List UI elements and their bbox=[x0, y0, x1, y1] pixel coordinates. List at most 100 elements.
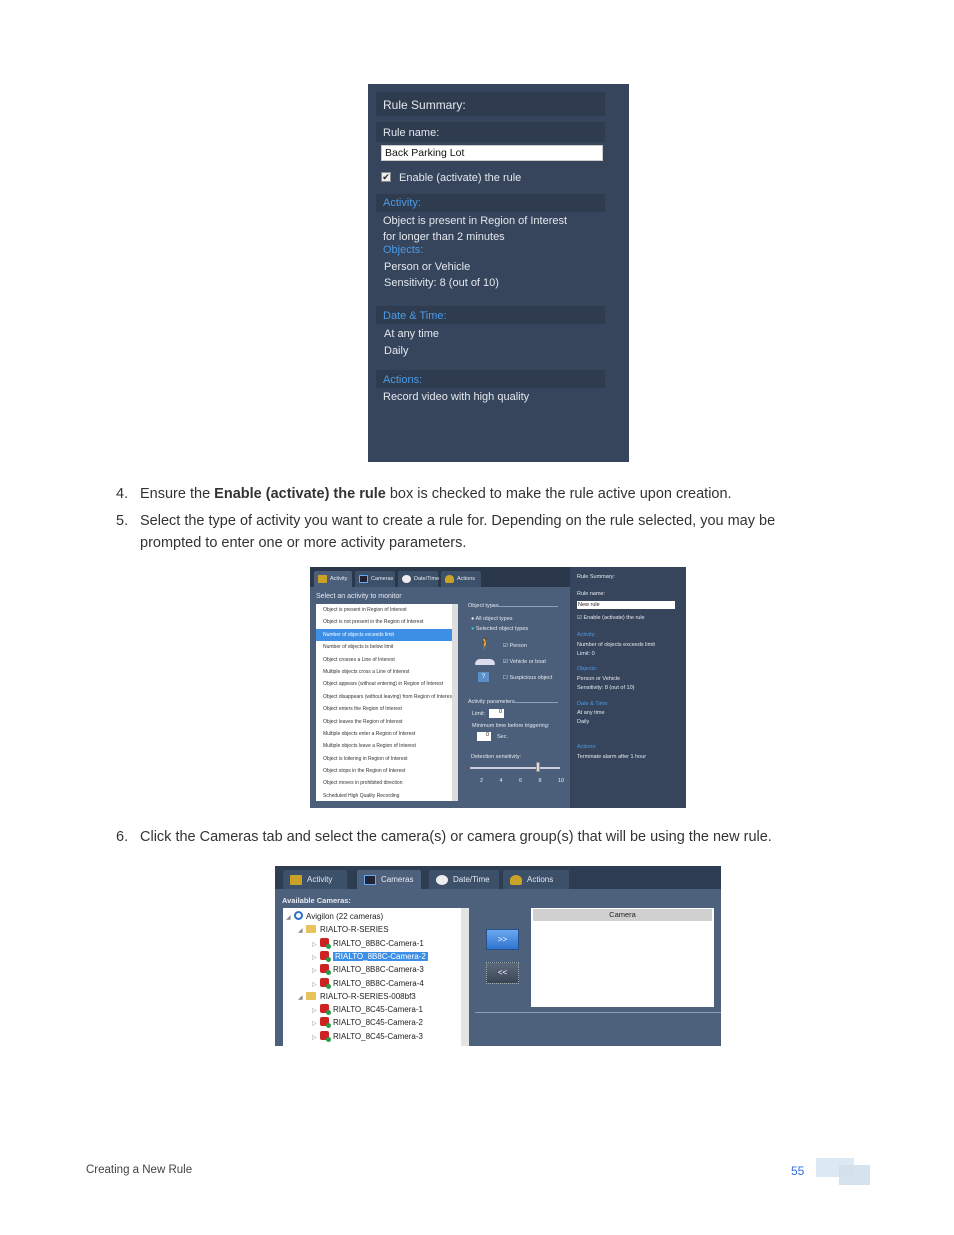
sensitivity-tick-label: 4 bbox=[499, 778, 503, 784]
tab-actions[interactable]: Actions bbox=[503, 870, 569, 889]
tree-camera[interactable]: ▷ RIALTO_8B8C-Camera-4 bbox=[312, 977, 424, 990]
remove-camera-button[interactable]: << bbox=[486, 962, 519, 984]
camera-icon bbox=[320, 1017, 331, 1029]
clock-icon bbox=[436, 875, 448, 885]
tab-activity[interactable]: Activity bbox=[283, 870, 347, 889]
activity-params-label: Activity parameters bbox=[468, 699, 515, 705]
activity-list-item[interactable]: Object crosses a Line of Interest bbox=[316, 654, 452, 666]
sensitivity-tick-label: 10 bbox=[558, 778, 565, 784]
vehicle-checkbox[interactable]: ☑ Vehicle or boat bbox=[503, 659, 546, 665]
tree-camera[interactable]: ▷ RIALTO_8B8C-Camera-1 bbox=[312, 937, 424, 950]
camera-icon bbox=[320, 937, 331, 949]
vehicle-icon bbox=[475, 659, 495, 665]
available-cameras-label: Available Cameras: bbox=[282, 896, 351, 905]
rule-summary-title: Rule Summary: bbox=[383, 98, 466, 112]
summary-activity-line: Limit: 0 bbox=[577, 651, 595, 657]
camera-column-header[interactable]: Camera bbox=[533, 909, 712, 921]
bell-icon bbox=[445, 575, 454, 583]
activity-screenshot: Activity Cameras Date/Time Actions Selec… bbox=[310, 567, 686, 808]
bell-icon bbox=[510, 875, 522, 885]
rule-summary-screenshot: Rule Summary: Rule name: ✔ Enable (activ… bbox=[368, 84, 629, 462]
limit-input[interactable]: 0 bbox=[489, 709, 504, 718]
radio-selected-object-types[interactable]: ● Selected object types bbox=[471, 626, 528, 632]
person-checkbox[interactable]: ☑ Person bbox=[503, 643, 527, 649]
activity-list-item[interactable]: Object is loitering in Region of Interes… bbox=[316, 753, 452, 765]
activity-list-item[interactable]: Multiple objects cross a Line of Interes… bbox=[316, 666, 452, 678]
datetime-heading: Date & Time: bbox=[383, 310, 447, 322]
activity-line: for longer than 2 minutes bbox=[383, 231, 505, 243]
activity-list-item[interactable]: Object leaves the Region of Interest bbox=[316, 716, 452, 728]
add-camera-button[interactable]: >> bbox=[486, 929, 519, 950]
tab-datetime[interactable]: Date/Time bbox=[398, 571, 439, 587]
activity-list-item[interactable]: Object appears (without entering) in Reg… bbox=[316, 678, 452, 690]
summary-activity-line: Number of objects exceeds limit bbox=[577, 642, 655, 648]
activity-icon bbox=[290, 875, 302, 885]
cameras-screenshot: Activity Cameras Date/Time Actions Avail… bbox=[275, 866, 721, 1046]
tree-camera[interactable]: ▷ RIALTO_8B8C-Camera-2 bbox=[312, 950, 428, 963]
objects-heading: Objects: bbox=[383, 244, 424, 256]
objects-line: Sensitivity: 8 (out of 10) bbox=[384, 277, 499, 289]
tab-actions[interactable]: Actions bbox=[441, 571, 481, 587]
activity-list-item[interactable]: Object disappears (without leaving) from… bbox=[316, 691, 453, 703]
rule-name-label: Rule name: bbox=[383, 127, 440, 139]
min-time-input[interactable]: 0 bbox=[477, 732, 491, 741]
activity-heading: Activity: bbox=[383, 197, 421, 209]
camera-icon bbox=[320, 964, 331, 976]
activity-list[interactable]: Object is present in Region of Interest O… bbox=[316, 604, 453, 802]
summary-enable-checkbox[interactable]: ☑ Enable (activate) the rule bbox=[577, 615, 645, 621]
activity-list-item[interactable]: Scheduled High Quality Recording bbox=[316, 790, 452, 802]
decorative-square bbox=[839, 1165, 870, 1185]
rule-name-input[interactable] bbox=[381, 145, 603, 161]
activity-list-item[interactable]: Number of objects is below limit bbox=[316, 641, 452, 653]
tree-root[interactable]: ◢ Avigilon (22 cameras) bbox=[286, 910, 383, 923]
suspicious-object-checkbox[interactable]: ☐ Suspicious object bbox=[503, 675, 552, 681]
summary-rule-name-input[interactable]: New rule bbox=[577, 601, 675, 609]
tree-group[interactable]: ◢ RIALTO-R-SERIES bbox=[298, 923, 389, 936]
activity-list-item[interactable]: Object is not present in the Region of I… bbox=[316, 616, 452, 628]
tab-activity[interactable]: Activity bbox=[314, 571, 352, 587]
actions-line: Record video with high quality bbox=[383, 391, 530, 403]
tab-cameras[interactable]: Cameras bbox=[357, 870, 421, 889]
tree-camera[interactable]: ▷ RIALTO_8C45-Camera-1 bbox=[312, 1003, 423, 1016]
camera-tree-scrollbar[interactable] bbox=[461, 908, 469, 1046]
enable-rule-checkbox[interactable]: ✔ bbox=[381, 172, 391, 182]
activity-list-item[interactable]: Multiple objects enter a Region of Inter… bbox=[316, 728, 452, 740]
activity-list-item[interactable]: Multiple objects leave a Region of Inter… bbox=[316, 740, 452, 752]
min-time-label: Minimum time before triggering: bbox=[472, 723, 550, 729]
selected-cameras-list[interactable]: Camera bbox=[531, 908, 714, 1007]
activity-list-item[interactable]: Object enters the Region of Interest bbox=[316, 703, 452, 715]
datetime-line: At any time bbox=[384, 328, 440, 340]
step-number: 5. bbox=[116, 513, 129, 529]
sensitivity-slider-thumb[interactable] bbox=[536, 762, 541, 772]
activity-list-item[interactable]: Object moves in prohibited direction bbox=[316, 777, 452, 789]
step-text: prompted to enter one or more activity p… bbox=[140, 535, 467, 551]
tree-camera[interactable]: ▷ RIALTO_8B8C-Camera-3 bbox=[312, 963, 424, 976]
summary-title: Rule Summary: bbox=[577, 574, 615, 580]
actions-heading: Actions: bbox=[383, 374, 423, 386]
footer-section-title: Creating a New Rule bbox=[86, 1164, 193, 1176]
radio-all-object-types[interactable]: ● All object types bbox=[471, 616, 513, 622]
step-number: 4. bbox=[116, 486, 129, 502]
person-icon: 🚶 bbox=[478, 637, 493, 651]
summary-activity-heading: Activity: bbox=[577, 632, 596, 638]
activity-list-item[interactable]: Object stops in the Region of Interest bbox=[316, 765, 452, 777]
tab-cameras[interactable]: Cameras bbox=[355, 571, 395, 587]
activity-icon bbox=[318, 575, 327, 583]
sensitivity-slider-track[interactable] bbox=[470, 767, 560, 769]
tree-group[interactable]: ◢ RIALTO-R-SERIES-008bf3 bbox=[298, 990, 416, 1003]
folder-icon bbox=[306, 925, 316, 934]
sensitivity-label: Detection sensitivity: bbox=[471, 754, 522, 760]
min-time-unit: Sec. bbox=[497, 734, 509, 740]
activity-list-item[interactable]: Object is present in Region of Interest bbox=[316, 604, 452, 616]
activity-list-item[interactable]: Number of objects exceeds limit bbox=[316, 628, 452, 642]
activity-list-scrollbar[interactable] bbox=[452, 604, 458, 801]
page-number: 55 bbox=[791, 1164, 805, 1178]
camera-tree[interactable]: ◢ Avigilon (22 cameras) ◢ RIALTO-R-SERIES ▷ R… bbox=[283, 908, 461, 1046]
summary-rule-name-label: Rule name: bbox=[577, 591, 606, 597]
tree-camera[interactable]: ▷ RIALTO_8C45-Camera-2 bbox=[312, 1016, 423, 1029]
sensitivity-tick-label: 6 bbox=[519, 778, 523, 784]
tab-datetime[interactable]: Date/Time bbox=[429, 870, 499, 889]
tree-camera[interactable]: ▷ RIALTO_8C45-Camera-3 bbox=[312, 1030, 423, 1043]
step-text: box is checked to make the rule active u… bbox=[385, 486, 732, 502]
summary-datetime-line: Daily bbox=[577, 719, 590, 725]
